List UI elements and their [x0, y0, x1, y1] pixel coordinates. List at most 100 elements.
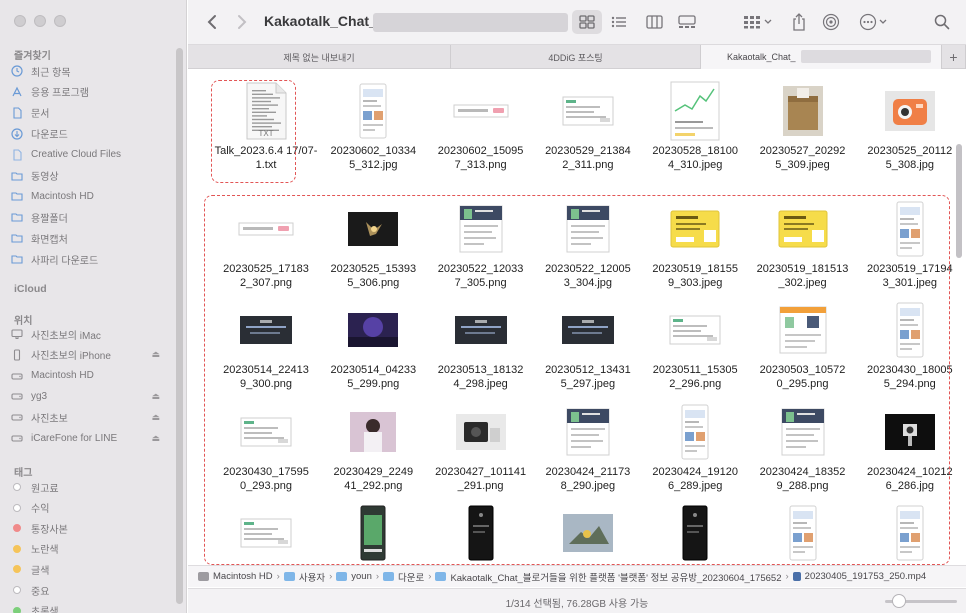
- sidebar-item-favorite[interactable]: 화면캡처: [10, 228, 174, 248]
- tag-color-dot-icon: [10, 562, 24, 576]
- list-view-button[interactable]: [608, 11, 630, 33]
- tag-color-dot-icon: [10, 521, 24, 535]
- status-bar: 1/314 선택됨, 76.28GB 사용 가능: [188, 588, 966, 613]
- sidebar-item-tag[interactable]: 중요: [10, 580, 174, 600]
- forward-button[interactable]: [232, 11, 252, 33]
- file-name: 20230528_18100 4_310.jpeg: [652, 145, 739, 171]
- imac-icon: [10, 327, 24, 341]
- path-segment-users[interactable]: 사용자: [283, 570, 325, 584]
- close-window-button[interactable]: [14, 15, 26, 27]
- sidebar-item-label: 문서: [31, 109, 50, 121]
- zoom-window-button[interactable]: [54, 15, 66, 27]
- columns-icon: [645, 15, 663, 29]
- disk-icon: [10, 369, 24, 383]
- sidebar-item-label: 사진초보의 iMac: [31, 330, 101, 342]
- path-segment-chat-folder[interactable]: Kakaotalk_Chat_블로거들을 위한 플랫폼 '블랫폼' 정보 공유방…: [435, 570, 781, 584]
- file-item-image[interactable]: 20230529_21384 2_311.png: [534, 80, 642, 184]
- sidebar-item-tag[interactable]: 글색: [10, 559, 174, 579]
- file-item-image[interactable]: 20230602_10334 5_312.jpg: [319, 80, 427, 184]
- sidebar-item-favorite[interactable]: 동영상: [10, 166, 174, 186]
- tab-kakaotalk-chat[interactable]: Kakaotalk_Chat_: [701, 45, 942, 69]
- path-segment-downloads[interactable]: 다운로: [383, 570, 424, 584]
- ellipsis-circle-icon: [859, 13, 887, 31]
- sidebar-item-tag[interactable]: 통장사본: [10, 518, 174, 538]
- sidebar-item-label: 용짤폴더: [31, 213, 68, 225]
- sidebar-item-favorite[interactable]: 응용 프로그램: [10, 82, 174, 102]
- sidebar-item-favorite[interactable]: 다운로드: [10, 124, 174, 144]
- sidebar: 즐겨찾기 최근 항목 응용 프로그램 문서 다운로드 Creative Cloud Fi…: [0, 0, 187, 613]
- redacted-title-block: [373, 13, 568, 32]
- sidebar-item-favorite[interactable]: 용짤폴더: [10, 207, 174, 227]
- chevron-right-icon: [238, 15, 247, 29]
- sidebar-item-location[interactable]: 사진초보의 iMac: [10, 324, 174, 344]
- sidebar-item-location[interactable]: yg3 ⏏: [10, 386, 174, 406]
- file-item-image[interactable]: 20230525_20112 5_308.jpg: [856, 80, 964, 184]
- airdrop-button[interactable]: [820, 11, 842, 33]
- file-name: 20230529_21384 2_311.png: [545, 145, 631, 171]
- sidebar-item-label: 통장사본: [31, 524, 68, 536]
- sidebar-item-label: 최근 항목: [31, 67, 71, 79]
- sidebar-item-favorite[interactable]: 문서: [10, 103, 174, 123]
- icon-view-button[interactable]: [576, 11, 598, 33]
- sidebar-item-tag[interactable]: 노란색: [10, 539, 174, 559]
- file-name: 20230527_20292 5_309.jpeg: [759, 145, 846, 171]
- minimize-window-button[interactable]: [34, 15, 46, 27]
- sidebar-item-location[interactable]: 사진초보의 iPhone ⏏: [10, 345, 174, 365]
- path-segment-label: 20230405_191753_250.mp4: [804, 571, 927, 582]
- sidebar-item-favorite[interactable]: Creative Cloud Files: [10, 145, 174, 165]
- sidebar-item-favorite[interactable]: Macintosh HD: [10, 186, 174, 206]
- search-button[interactable]: [931, 11, 953, 33]
- tab-4ddig-posting[interactable]: 4DDiG 포스팅: [451, 45, 701, 69]
- content-scrollbar[interactable]: [956, 144, 962, 258]
- path-segment-disk[interactable]: Macintosh HD: [198, 571, 273, 582]
- sidebar-item-favorite[interactable]: 최근 항목: [10, 61, 174, 81]
- sidebar-item-favorite[interactable]: 사파리 다운로드: [10, 249, 174, 269]
- sidebar-item-location[interactable]: iCareFone for LINE ⏏: [10, 428, 174, 448]
- more-actions-button[interactable]: [858, 11, 890, 33]
- folder-icon: [435, 572, 447, 581]
- sidebar-item-location[interactable]: Macintosh HD: [10, 366, 174, 386]
- file-item-image[interactable]: 20230602_15095 7_313.png: [427, 80, 535, 184]
- sidebar-scrollbar[interactable]: [176, 48, 183, 604]
- file-item-image[interactable]: 20230527_20292 5_309.jpeg: [749, 80, 857, 184]
- eject-icon[interactable]: ⏏: [151, 391, 160, 402]
- sidebar-item-tag[interactable]: 원고료: [10, 477, 174, 497]
- gallery-view-button[interactable]: [676, 11, 698, 33]
- folder-icon: [10, 189, 24, 203]
- folder-icon: [10, 169, 24, 183]
- new-tab-button[interactable]: +: [942, 45, 966, 69]
- selection-annotation-images: [204, 195, 950, 565]
- video-file-icon: [792, 572, 801, 581]
- file-item-image[interactable]: 20230528_18100 4_310.jpeg: [641, 80, 749, 184]
- tag-color-dot-icon: [10, 604, 24, 613]
- tab-label: Kakaotalk_Chat_: [727, 52, 796, 62]
- sidebar-item-tag[interactable]: 수익: [10, 498, 174, 518]
- icloud-section-title[interactable]: iCloud: [14, 283, 47, 295]
- image-thumbnail: [319, 80, 427, 142]
- sidebar-item-location[interactable]: 사진초보 ⏏: [10, 407, 174, 427]
- group-by-button[interactable]: [741, 11, 775, 33]
- toolbar: Kakaotalk_Chat_: [188, 0, 966, 45]
- image-thumbnail: [534, 80, 642, 142]
- sidebar-item-label: 수익: [31, 504, 50, 516]
- path-separator: ›: [276, 571, 280, 582]
- path-segment-file[interactable]: 20230405_191753_250.mp4: [792, 571, 927, 582]
- column-view-button[interactable]: [643, 11, 665, 33]
- eject-icon[interactable]: ⏏: [151, 349, 160, 360]
- file-grid: TXT Talk_2023.6.4 17/07-1.txt 20230602_103…: [188, 70, 966, 565]
- redacted-tab-block: [801, 50, 931, 63]
- path-separator: ›: [375, 571, 380, 582]
- tag-color-dot-icon: [10, 501, 24, 515]
- path-segment-user[interactable]: youn: [336, 571, 372, 582]
- sidebar-item-tag[interactable]: 초록색: [10, 601, 174, 613]
- eject-icon[interactable]: ⏏: [151, 412, 160, 423]
- tab-label: 4DDiG 포스팅: [548, 52, 603, 63]
- back-button[interactable]: [202, 11, 222, 33]
- eject-icon[interactable]: ⏏: [151, 433, 160, 444]
- tab-untitled-export[interactable]: 제목 없는 내보내기: [188, 45, 451, 69]
- sidebar-item-label: 사진초보의 iPhone: [31, 351, 111, 363]
- status-text: 1/314 선택됨, 76.28GB 사용 가능: [505, 599, 649, 610]
- tag-color-dot-icon: [10, 480, 24, 494]
- disk-icon: [198, 572, 209, 581]
- share-button[interactable]: [788, 11, 810, 33]
